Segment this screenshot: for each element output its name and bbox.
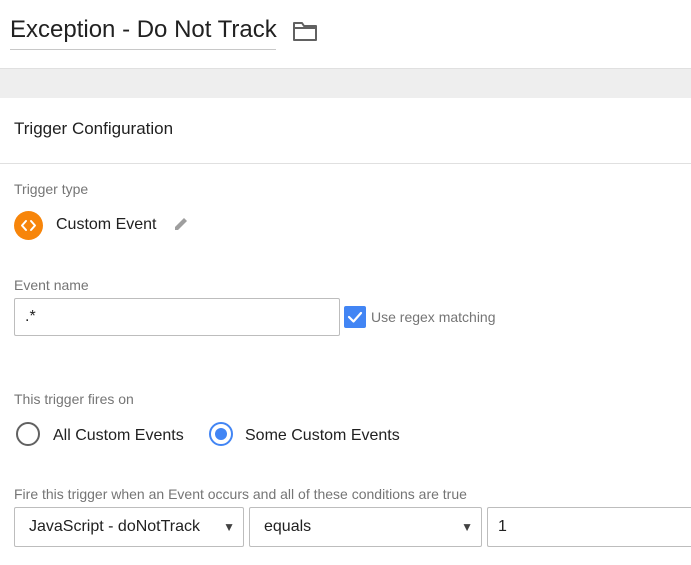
divider [0, 163, 691, 164]
pencil-icon[interactable] [172, 215, 190, 233]
conditions-label: Fire this trigger when an Event occurs a… [14, 486, 467, 502]
folder-icon[interactable] [292, 20, 318, 42]
trigger-type-name[interactable]: Custom Event [56, 216, 156, 234]
condition-operator-value: equals [264, 518, 312, 535]
condition-variable-select[interactable]: JavaScript - doNotTrack ▼ [14, 507, 244, 547]
regex-checkbox[interactable] [344, 306, 366, 328]
trigger-name-field[interactable]: Exception - Do Not Track [10, 14, 277, 50]
fires-on-label: This trigger fires on [14, 391, 134, 407]
card-title: Trigger Configuration [14, 119, 174, 138]
dropdown-arrow-icon: ▼ [223, 520, 235, 534]
radio-all-custom-events[interactable] [16, 422, 40, 446]
radio-all-custom-events-label[interactable]: All Custom Events [53, 427, 184, 445]
event-name-label: Event name [14, 277, 89, 293]
header-separator-band [0, 68, 691, 98]
code-brackets-icon [14, 211, 43, 240]
page-title[interactable]: Exception - Do Not Track [10, 16, 277, 43]
event-name-input[interactable] [14, 298, 340, 336]
regex-checkbox-label[interactable]: Use regex matching [371, 309, 496, 325]
trigger-type-label: Trigger type [14, 181, 89, 197]
page-header: Exception - Do Not Track [0, 0, 691, 68]
condition-value-input[interactable] [487, 507, 691, 547]
condition-operator-select[interactable]: equals ▼ [249, 507, 482, 547]
radio-some-custom-events-label[interactable]: Some Custom Events [245, 427, 400, 445]
condition-variable-value: JavaScript - doNotTrack [29, 518, 201, 535]
checkmark-icon [347, 311, 363, 323]
trigger-configuration-card: Trigger Configuration Trigger type Custo… [0, 98, 691, 565]
dropdown-arrow-icon: ▼ [461, 520, 473, 534]
radio-some-custom-events[interactable] [209, 422, 233, 446]
